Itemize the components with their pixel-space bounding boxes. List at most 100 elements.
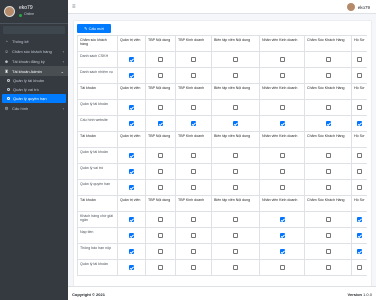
permission-checkbox[interactable] — [191, 153, 196, 158]
permission-checkbox[interactable] — [191, 121, 196, 126]
permission-checkbox[interactable] — [233, 121, 238, 126]
permission-checkbox[interactable] — [357, 265, 362, 270]
column-header: TBP Kinh doanh — [175, 131, 212, 148]
permission-checkbox[interactable] — [129, 153, 134, 158]
user-menu[interactable]: eko79 — [346, 3, 370, 11]
permission-checkbox[interactable] — [233, 73, 238, 78]
permission-checkbox[interactable] — [191, 249, 196, 254]
permission-checkbox[interactable] — [158, 265, 163, 270]
permission-checkbox[interactable] — [158, 153, 163, 158]
permission-cell — [117, 259, 146, 276]
permission-checkbox[interactable] — [357, 57, 362, 62]
permission-checkbox[interactable] — [129, 105, 134, 110]
permission-checkbox[interactable] — [233, 217, 238, 222]
sidebar-subitem-permissions[interactable]: Quản lý quyền hạn — [2, 94, 66, 103]
permission-checkbox[interactable] — [357, 185, 362, 190]
sidebar-item-customer-care[interactable]: ☺ Chăm sóc khách hàng ‹ — [0, 46, 68, 56]
avatar[interactable] — [346, 3, 355, 11]
permission-checkbox[interactable] — [279, 185, 285, 190]
permission-checkbox[interactable] — [325, 249, 331, 254]
permission-checkbox[interactable] — [325, 121, 331, 126]
user-panel[interactable]: eko79 Online — [0, 0, 68, 24]
permission-checkbox[interactable] — [233, 105, 238, 110]
permissions-table-wrapper[interactable]: Chăm sóc khách hàng Quản trị viên TBP Nội … — [77, 35, 367, 286]
permission-checkbox[interactable] — [191, 265, 196, 270]
sidebar-subitem-accounts[interactable]: Quản lý tài khoản — [0, 76, 68, 85]
permission-checkbox[interactable] — [233, 153, 238, 158]
permission-checkbox[interactable] — [279, 121, 285, 126]
permission-checkbox[interactable] — [279, 233, 285, 238]
permission-cell — [351, 259, 367, 276]
user-name[interactable]: eko79 — [19, 6, 34, 11]
permission-checkbox[interactable] — [129, 121, 134, 126]
permission-checkbox[interactable] — [158, 121, 163, 126]
permission-checkbox[interactable] — [233, 185, 238, 190]
permission-checkbox[interactable] — [325, 233, 331, 238]
create-button[interactable]: ✎ Cấu mới — [77, 24, 111, 33]
permission-checkbox[interactable] — [191, 73, 196, 78]
permission-checkbox[interactable] — [279, 105, 285, 110]
permission-checkbox[interactable] — [279, 153, 285, 158]
permission-checkbox[interactable] — [279, 57, 285, 62]
permission-checkbox[interactable] — [129, 249, 134, 254]
permission-checkbox[interactable] — [357, 217, 362, 222]
permission-checkbox[interactable] — [158, 57, 163, 62]
permission-checkbox[interactable] — [191, 57, 196, 62]
permission-checkbox[interactable] — [357, 169, 362, 174]
permission-checkbox[interactable] — [233, 233, 238, 238]
permission-checkbox[interactable] — [233, 265, 238, 270]
permission-checkbox[interactable] — [129, 233, 134, 238]
permission-checkbox[interactable] — [325, 217, 331, 222]
sidebar-search-input[interactable] — [3, 26, 65, 34]
permission-checkbox[interactable] — [158, 105, 163, 110]
permission-checkbox[interactable] — [279, 265, 285, 270]
permission-checkbox[interactable] — [325, 105, 331, 110]
permission-checkbox[interactable] — [191, 185, 196, 190]
permission-checkbox[interactable] — [158, 185, 163, 190]
permission-checkbox[interactable] — [191, 105, 196, 110]
permission-checkbox[interactable] — [279, 73, 285, 78]
permission-checkbox[interactable] — [279, 169, 285, 174]
permission-checkbox[interactable] — [357, 121, 362, 126]
permission-checkbox[interactable] — [279, 217, 285, 222]
permission-checkbox[interactable] — [158, 249, 163, 254]
sidebar-item-registered-accounts[interactable]: ☻ Tài khoản đăng ký ‹ — [0, 56, 68, 66]
sidebar-item-dashboard[interactable]: ◔ Thống kê — [0, 36, 68, 46]
permission-checkbox[interactable] — [325, 265, 331, 270]
permission-checkbox[interactable] — [129, 57, 134, 62]
permission-checkbox[interactable] — [233, 57, 238, 62]
permission-checkbox[interactable] — [158, 169, 163, 174]
permission-checkbox[interactable] — [357, 73, 362, 78]
avatar[interactable] — [4, 6, 15, 17]
user-name[interactable]: eko79 — [358, 5, 370, 10]
permission-checkbox[interactable] — [129, 265, 134, 270]
sidebar-item-settings[interactable]: ⚙ Cấu hình ‹ — [0, 103, 68, 113]
permission-checkbox[interactable] — [158, 73, 163, 78]
column-header: Biên tập viên Nội dung — [211, 35, 260, 52]
permission-checkbox[interactable] — [325, 73, 331, 78]
permission-checkbox[interactable] — [357, 233, 362, 238]
permission-checkbox[interactable] — [279, 249, 285, 254]
permission-checkbox[interactable] — [191, 169, 196, 174]
permission-checkbox[interactable] — [158, 217, 163, 222]
permission-checkbox[interactable] — [357, 105, 362, 110]
permission-checkbox[interactable] — [129, 169, 134, 174]
menu-icon[interactable]: ≡ — [72, 4, 76, 10]
permission-checkbox[interactable] — [129, 185, 134, 190]
permission-checkbox[interactable] — [191, 233, 196, 238]
permission-checkbox[interactable] — [357, 153, 362, 158]
permission-checkbox[interactable] — [233, 169, 238, 174]
permission-checkbox[interactable] — [129, 217, 134, 222]
sidebar-item-admin-accounts[interactable]: ♜ Tài khoản Admin ⌄ — [0, 66, 68, 76]
permission-checkbox[interactable] — [357, 249, 362, 254]
permission-checkbox[interactable] — [191, 217, 196, 222]
user-icon: ☻ — [4, 58, 9, 64]
permission-checkbox[interactable] — [325, 169, 331, 174]
permission-checkbox[interactable] — [129, 73, 134, 78]
permission-checkbox[interactable] — [233, 249, 238, 254]
sidebar-subitem-roles[interactable]: Quản lý vai trò — [0, 85, 68, 94]
permission-checkbox[interactable] — [325, 153, 331, 158]
permission-checkbox[interactable] — [325, 57, 331, 62]
permission-checkbox[interactable] — [158, 233, 163, 238]
permission-checkbox[interactable] — [325, 185, 331, 190]
